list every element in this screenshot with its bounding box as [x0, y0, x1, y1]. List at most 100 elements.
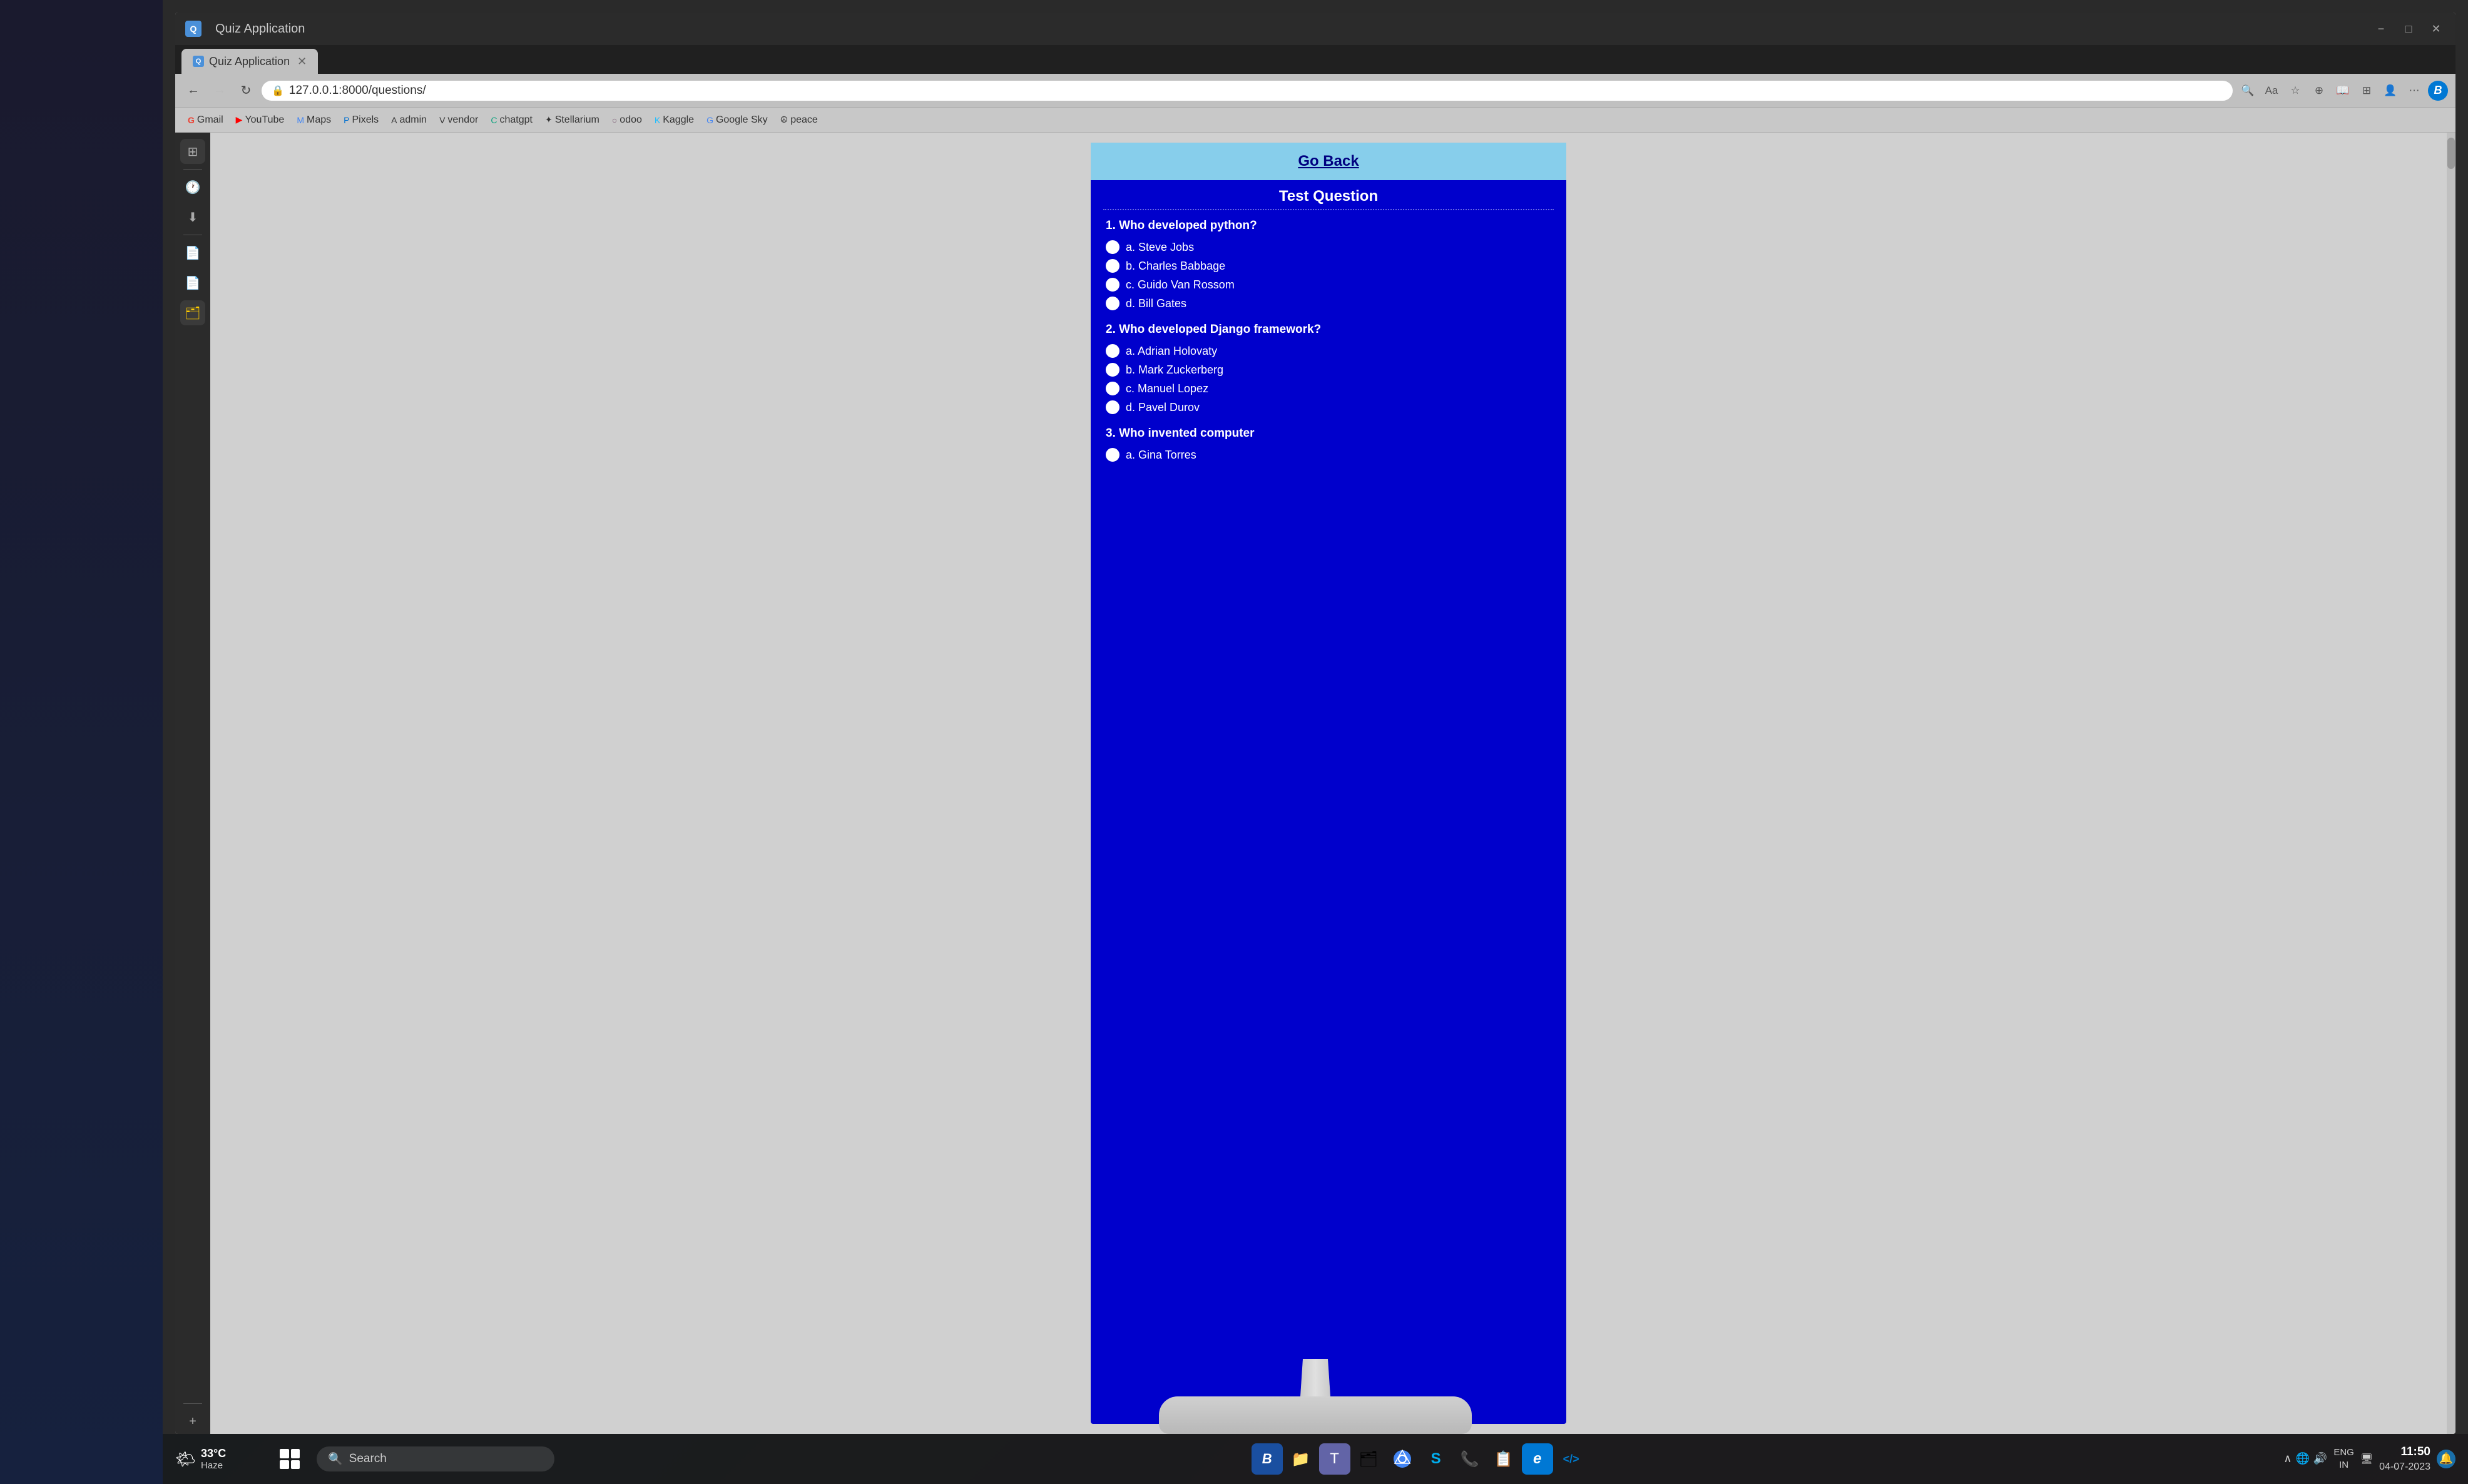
option-2d[interactable]: d. Pavel Durov [1106, 400, 1551, 414]
bookmark-youtube-label: YouTube [245, 114, 284, 126]
option-2d-text: d. Pavel Durov [1126, 401, 1200, 414]
radio-1a[interactable] [1106, 240, 1119, 254]
win-sq4 [291, 1460, 300, 1470]
address-bar[interactable]: 🔒 127.0.0.1:8000/questions/ [262, 81, 2233, 101]
file-explorer-icon[interactable]: 📁 [1285, 1443, 1317, 1475]
bookmark-peace[interactable]: ☮ peace [775, 113, 823, 127]
question-1-text: 1. Who developed python? [1106, 219, 1551, 233]
question-2-text: 2. Who developed Django framework? [1106, 323, 1551, 337]
language-text: ENG [2333, 1446, 2354, 1459]
bookmark-chatgpt[interactable]: C chatgpt [486, 113, 538, 127]
taskbar-apps: B 📁 T 🗂 S 📞 📋 e </> [561, 1443, 2277, 1475]
edge-profile-icon[interactable]: B [2428, 81, 2448, 101]
win-sq2 [291, 1449, 300, 1458]
maximize-button[interactable]: □ [2399, 19, 2418, 38]
more-icon[interactable]: ⋯ [2404, 81, 2424, 101]
radio-2d[interactable] [1106, 400, 1119, 414]
option-1a[interactable]: a. Steve Jobs [1106, 240, 1551, 254]
taskbar-search[interactable]: 🔍 Search [317, 1446, 554, 1471]
bookmark-gmail[interactable]: G Gmail [183, 113, 228, 127]
radio-1d[interactable] [1106, 297, 1119, 310]
scrollbar[interactable] [2447, 133, 2455, 1434]
option-2c[interactable]: c. Manuel Lopez [1106, 382, 1551, 395]
bookmark-odoo[interactable]: ○ odoo [607, 113, 647, 127]
collections-icon[interactable]: ⊞ [2357, 81, 2377, 101]
taskbar-weather: 🌤 33°C Haze [175, 1447, 263, 1471]
weather-info: 33°C Haze [201, 1447, 226, 1471]
option-1c-text: c. Guido Van Rossom [1126, 278, 1235, 292]
option-2a[interactable]: a. Adrian Holovaty [1106, 344, 1551, 358]
profile-icon[interactable]: 👤 [2380, 81, 2400, 101]
bookmark-googlesky[interactable]: G Google Sky [701, 113, 773, 127]
active-tab[interactable]: Q Quiz Application ✕ [181, 49, 318, 74]
bookmark-vendor[interactable]: V vendor [434, 113, 483, 127]
aa-icon[interactable]: Aa [2261, 81, 2282, 101]
bing-app-icon[interactable]: B [1252, 1443, 1283, 1475]
sidebar-tab-icon[interactable]: ⊞ [180, 139, 205, 164]
question-block-3: 3. Who invented computer a. Gina Torres [1106, 427, 1551, 462]
option-2b-text: b. Mark Zuckerberg [1126, 363, 1223, 377]
close-button[interactable]: ✕ [2427, 19, 2445, 38]
sidebar-history-icon[interactable]: 🕐 [180, 175, 205, 200]
explorer2-icon[interactable]: 🗂 [1353, 1443, 1384, 1475]
language-indicator: ENG IN [2333, 1446, 2354, 1471]
vscode-icon[interactable]: </> [1556, 1443, 1587, 1475]
notes-icon[interactable]: 📋 [1488, 1443, 1519, 1475]
sidebar-notes-icon[interactable]: 📄 [180, 270, 205, 295]
volume-icon[interactable]: 🔊 [2313, 1452, 2327, 1465]
radio-1c[interactable] [1106, 278, 1119, 292]
system-icons: ∧ 🌐 🔊 [2283, 1452, 2327, 1465]
minimize-button[interactable]: − [2372, 19, 2390, 38]
bookmark-kaggle[interactable]: K Kaggle [650, 113, 699, 127]
option-2b[interactable]: b. Mark Zuckerberg [1106, 363, 1551, 377]
display-icon[interactable]: 🖥 [2360, 1453, 2373, 1465]
scrollbar-thumb[interactable] [2447, 138, 2455, 169]
go-back-button[interactable]: Go Back [1091, 143, 1566, 180]
bookmark-maps[interactable]: M Maps [292, 113, 336, 127]
tab-close-icon[interactable]: ✕ [297, 55, 307, 68]
radio-1b[interactable] [1106, 259, 1119, 273]
teams-icon[interactable]: T [1319, 1443, 1350, 1475]
bookmark-admin[interactable]: A admin [386, 113, 432, 127]
reading-view-icon[interactable]: 📖 [2333, 81, 2353, 101]
sidebar-active-icon[interactable]: 🗂 [180, 300, 205, 325]
radio-2a[interactable] [1106, 344, 1119, 358]
phone-icon[interactable]: 📞 [1454, 1443, 1486, 1475]
option-1c[interactable]: c. Guido Van Rossom [1106, 278, 1551, 292]
titlebar-title: Quiz Application [215, 22, 2364, 36]
googlesky-icon: G [706, 115, 713, 125]
weather-temp: 33°C [201, 1447, 226, 1460]
radio-2c[interactable] [1106, 382, 1119, 395]
bookmark-vendor-label: vendor [447, 114, 478, 126]
sidebar-add-icon[interactable]: + [180, 1409, 205, 1434]
search-icon[interactable]: 🔍 [2238, 81, 2258, 101]
taskbar-search-label: Search [349, 1452, 387, 1466]
nav-action-icons: 🔍 Aa ☆ ⊕ 📖 ⊞ 👤 ⋯ B [2238, 81, 2448, 101]
clock-block[interactable]: 11:50 04-07-2023 [2379, 1444, 2430, 1475]
network-icon[interactable]: 🌐 [2295, 1452, 2309, 1465]
refresh-button[interactable]: ↻ [235, 80, 257, 101]
sidebar-divider1 [183, 169, 202, 170]
sidebar-downloads-icon[interactable]: ⬇ [180, 205, 205, 230]
skype-icon[interactable]: S [1420, 1443, 1452, 1475]
bookmark-youtube[interactable]: ▶ YouTube [231, 113, 290, 127]
radio-2b[interactable] [1106, 363, 1119, 377]
windows-logo [280, 1449, 300, 1469]
chrome-icon[interactable] [1387, 1443, 1418, 1475]
forward-button[interactable]: → [209, 80, 230, 101]
notification-icon[interactable]: 🔔 [2437, 1450, 2455, 1468]
extension-icon[interactable]: ⊕ [2309, 81, 2329, 101]
up-arrow-icon[interactable]: ∧ [2283, 1452, 2292, 1465]
sidebar-collections-icon[interactable]: 📄 [180, 240, 205, 265]
start-button[interactable] [275, 1445, 304, 1473]
option-1d[interactable]: d. Bill Gates [1106, 297, 1551, 310]
radio-3a[interactable] [1106, 448, 1119, 462]
bookmark-stellarium[interactable]: ✦ Stellarium [540, 113, 604, 127]
star-icon[interactable]: ☆ [2285, 81, 2305, 101]
quiz-title: Test Question [1103, 180, 1554, 210]
option-1b[interactable]: b. Charles Babbage [1106, 259, 1551, 273]
back-button[interactable]: ← [183, 80, 204, 101]
bookmark-pixels[interactable]: P Pixels [339, 113, 384, 127]
edge-taskbar-icon[interactable]: e [1522, 1443, 1553, 1475]
option-3a[interactable]: a. Gina Torres [1106, 448, 1551, 462]
